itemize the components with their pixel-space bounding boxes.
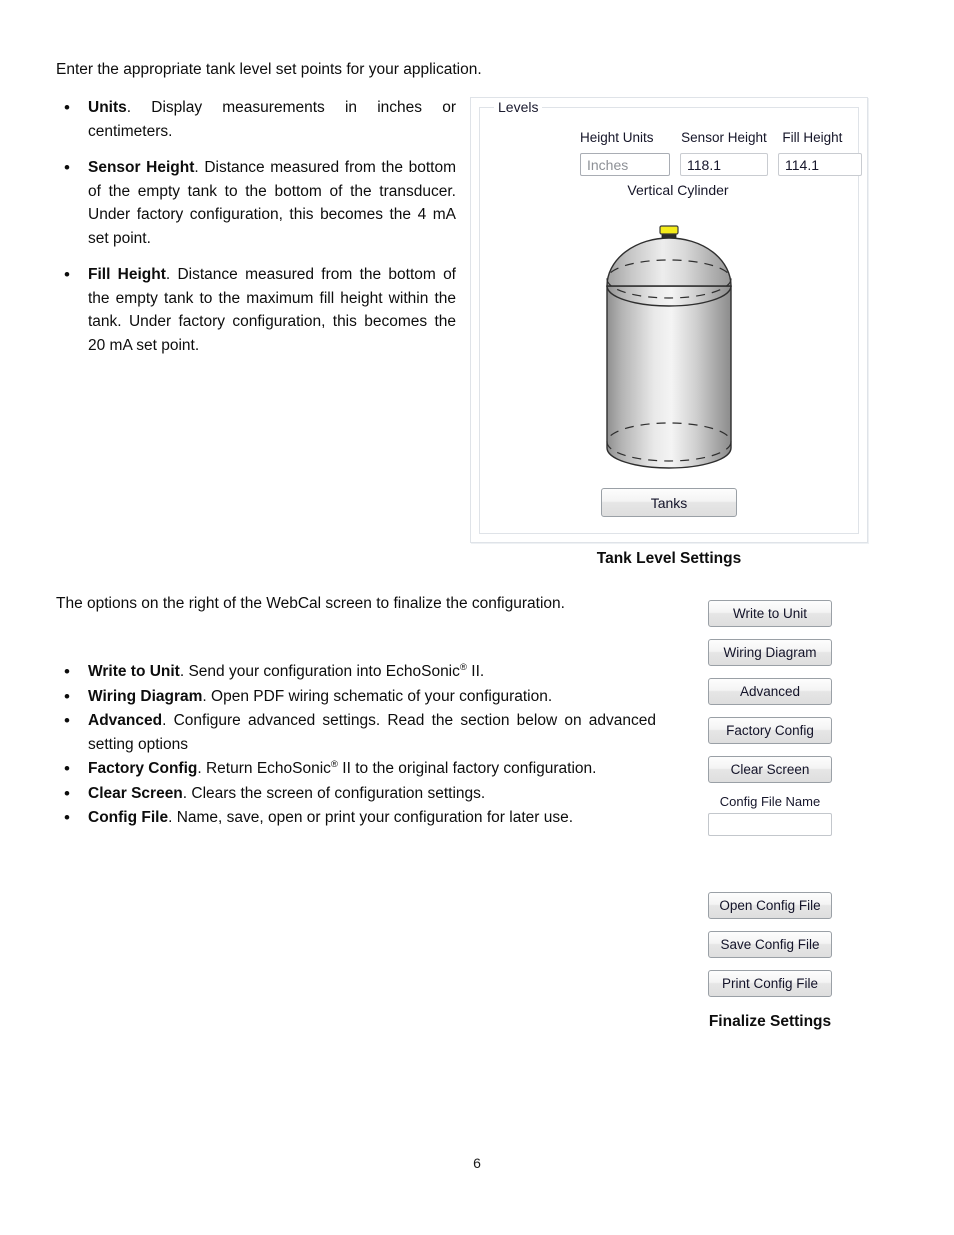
levels-legend: Levels [494, 99, 543, 115]
bullet-text: . Name, save, open or print your configu… [168, 809, 574, 827]
height-units-input[interactable]: Inches [580, 153, 670, 176]
vertical-cylinder-tank-graphic [606, 225, 732, 469]
tank-type-text: Vertical Cylinder [627, 182, 729, 198]
bullet-text: . Return EchoSonic [197, 760, 331, 778]
page-number: 6 [473, 1155, 481, 1171]
intro-paragraph: Enter the appropriate tank level set poi… [56, 61, 482, 78]
config-file-name-input[interactable] [708, 813, 832, 836]
write-to-unit-button[interactable]: Write to Unit [708, 600, 832, 627]
list-item: Advanced. Configure advanced settings. R… [56, 708, 656, 756]
list-item: Sensor Height. Distance measured from th… [56, 155, 456, 250]
height-units-label: Height Units [580, 130, 654, 145]
level-field-inputs: Inches 118.1 114.1 [580, 153, 870, 176]
bullet-text: . Configure advanced settings. Read the … [88, 712, 656, 753]
bullet-text: . Display measurements in inches or cent… [88, 99, 456, 140]
bullet-term: Clear Screen [88, 784, 183, 802]
bullet-term: Advanced [88, 712, 163, 730]
bullet-term: Config File [88, 809, 169, 827]
tank-level-settings-panel: Levels Height Units Sensor Height Fill H… [470, 97, 868, 543]
sensor-height-label: Sensor Height [681, 130, 767, 145]
bullet-term: Sensor Height [88, 159, 195, 177]
finalize-settings-button-column: Write to Unit Wiring Diagram Advanced Fa… [708, 600, 832, 836]
list-item: Units. Display measurements in inches or… [56, 95, 456, 143]
bullet-text-tail: II. [466, 663, 485, 680]
config-file-name-label: Config File Name [719, 794, 821, 809]
tank-type-label: Vertical Cylinder [480, 182, 858, 198]
bullet-term: Write to Unit [88, 663, 180, 680]
bullet-term: Fill Height [88, 266, 166, 284]
list-item: Fill Height. Distance measured from the … [56, 262, 456, 357]
sensor-height-input[interactable]: 118.1 [680, 153, 768, 176]
registered-mark: ® [459, 661, 467, 673]
tanks-button-wrap: Tanks [480, 488, 858, 517]
list-item: Config File. Name, save, open or print y… [56, 805, 656, 830]
print-config-file-button[interactable]: Print Config File [708, 970, 832, 997]
wiring-diagram-button[interactable]: Wiring Diagram [708, 639, 832, 666]
finalize-settings-caption: Finalize Settings [708, 1013, 832, 1030]
list-item: Factory Config. Return EchoSonic® II to … [56, 756, 656, 781]
bullet-text-tail: II to the original factory configuration… [338, 760, 597, 778]
config-file-button-column: Open Config File Save Config File Print … [708, 892, 832, 1009]
advanced-button[interactable]: Advanced [708, 678, 832, 705]
factory-config-button[interactable]: Factory Config [708, 717, 832, 744]
finalize-intro-paragraph: The options on the right of the WebCal s… [56, 595, 565, 612]
bullet-text: . Clears the screen of configuration set… [182, 784, 486, 802]
bullet-text: . Send your configuration into EchoSonic [179, 663, 460, 680]
clear-screen-button[interactable]: Clear Screen [708, 756, 832, 783]
fill-height-input[interactable]: 114.1 [778, 153, 862, 176]
level-field-labels: Height Units Sensor Height Fill Height [580, 130, 860, 145]
lower-bullet-list: Write to Unit. Send your configuration i… [56, 659, 656, 831]
open-config-file-button[interactable]: Open Config File [708, 892, 832, 919]
bullet-text: . Open PDF wiring schematic of your conf… [202, 687, 553, 705]
fill-height-label: Fill Height [782, 130, 843, 145]
list-item: Clear Screen. Clears the screen of confi… [56, 781, 656, 806]
registered-mark: ® [330, 759, 338, 771]
save-config-file-button[interactable]: Save Config File [708, 931, 832, 958]
bullet-term: Factory Config [88, 760, 198, 778]
list-item: Write to Unit. Send your configuration i… [56, 659, 656, 684]
upper-bullet-list: Units. Display measurements in inches or… [56, 95, 456, 370]
bullet-term: Units [88, 99, 127, 116]
tanks-button[interactable]: Tanks [601, 488, 737, 517]
bullet-term: Wiring Diagram [88, 687, 203, 705]
list-item: Wiring Diagram. Open PDF wiring schemati… [56, 684, 656, 709]
levels-fieldset: Levels Height Units Sensor Height Fill H… [479, 99, 862, 534]
tank-settings-caption: Tank Level Settings [596, 550, 742, 567]
